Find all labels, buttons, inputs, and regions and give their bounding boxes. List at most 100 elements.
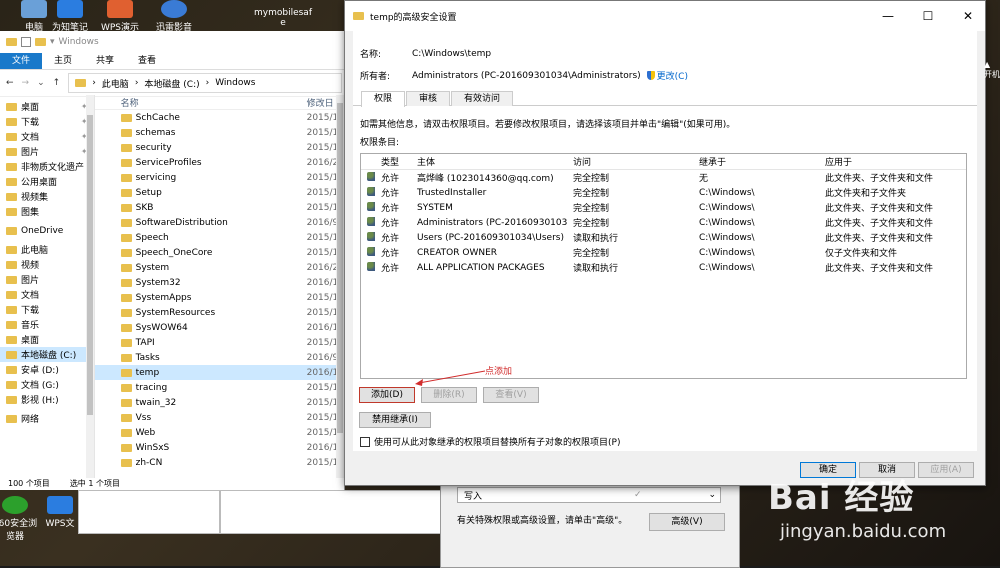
nav-item[interactable]: 桌面 ✦ [0,99,94,114]
nav-item[interactable]: 图片 [0,272,94,287]
folder-icon [6,132,17,141]
folder-icon [6,38,17,46]
nav-item[interactable]: 音乐 [0,317,94,332]
file-row[interactable]: SystemApps 2015/10 [95,290,344,305]
checkbox-icon[interactable] [21,37,31,47]
nav-item[interactable]: 本地磁盘 (C:) [0,347,94,362]
permission-inherited: C:\Windows\ [699,262,755,273]
ribbon-tab-file[interactable]: 文件 [0,53,43,69]
nav-scrollbar[interactable] [85,95,94,478]
tab-auditing[interactable]: 审核 [406,91,451,106]
nav-item[interactable]: 下载 [0,302,94,317]
change-owner-link[interactable]: 更改(C) [657,69,688,82]
file-row[interactable]: SchCache 2015/10 [95,110,344,125]
nav-item[interactable]: 此电脑 [0,242,94,257]
permission-row[interactable]: 允许 SYSTEM 完全控制 C:\Windows\ 此文件夹、子文件夹和文件 [361,200,966,215]
file-row[interactable]: temp 2016/10 [94,365,344,380]
permission-list-item[interactable]: 写入 ✓ ⌄ [457,487,721,503]
column-principal[interactable]: 主体 [411,155,567,168]
column-header-date[interactable]: 修改日 [307,96,334,109]
permission-row[interactable]: 允许 高烨峰 (1023014360@qq.com) 完全控制 无 此文件夹、子文件夹和… [361,170,966,185]
nav-item[interactable]: 非物质文化遗产 [0,159,94,174]
nav-item[interactable]: 文档 [0,287,94,302]
advanced-button[interactable]: 高级(V) [649,513,725,531]
file-row[interactable]: twain_32 2015/10 [95,395,344,410]
nav-item[interactable]: 文档 (G:) [0,377,94,392]
file-row[interactable]: SoftwareDistribution 2016/9 [95,215,344,230]
nav-item[interactable]: 图片 ✦ [0,144,94,159]
file-row[interactable]: zh-CN 2015/10 [95,455,344,470]
nav-item[interactable]: 下载 ✦ [0,114,94,129]
column-header-name[interactable]: 名称 [95,96,307,109]
breadcrumb-windows[interactable]: Windows [215,78,255,88]
nav-item[interactable]: 文档 ✦ [0,129,94,144]
column-access[interactable]: 访问 [567,155,693,168]
ribbon-tab-home[interactable]: 主页 [42,53,84,69]
file-row[interactable]: TAPI 2015/10 [95,335,344,350]
file-row[interactable]: Speech 2015/10 [95,230,344,245]
file-row[interactable]: schemas 2015/10 [95,125,344,140]
nav-item[interactable]: 视频集 [0,189,94,204]
file-row[interactable]: tracing 2015/10 [95,380,344,395]
file-row[interactable]: SysWOW64 2016/10 [95,320,344,335]
nav-item[interactable]: 桌面 [0,332,94,347]
dropdown-icon[interactable]: ▾ [50,37,55,47]
file-row[interactable]: System32 2016/10 [95,275,344,290]
file-row[interactable]: Tasks 2016/9 [95,350,344,365]
maximize-icon[interactable]: ☐ [911,9,945,23]
file-row[interactable]: SystemResources 2015/10 [95,305,344,320]
desktop-icon-xunlei[interactable]: 迅雷影音 [144,0,204,33]
breadcrumb-pc[interactable]: 此电脑 [102,77,129,90]
replace-child-permissions-row[interactable]: 使用可从此对象继承的权限项目替换所有子对象的权限项目(P) [360,435,620,448]
file-row[interactable]: Web 2015/10 [95,425,344,440]
remove-button[interactable]: 删除(R) [421,387,477,403]
close-icon[interactable]: ✕ [951,9,985,23]
tab-permissions[interactable]: 权限 [361,91,406,107]
permission-row[interactable]: 允许 ALL APPLICATION PACKAGES 读取和执行 C:\Window… [361,260,966,275]
nav-item[interactable]: 公用桌面 [0,174,94,189]
desktop-icon-wps-bottom[interactable]: WPS文 [40,496,80,529]
forward-arrow-icon[interactable]: → [22,78,30,88]
permission-row[interactable]: 允许 CREATOR OWNER 完全控制 C:\Windows\ 仅子文件夹和文件 [361,245,966,260]
desktop-icon-wps[interactable]: WPS演示 [90,0,150,33]
back-arrow-icon[interactable]: ← [6,78,14,88]
nav-item[interactable]: 安卓 (D:) [0,362,94,377]
file-row[interactable]: Setup 2015/10 [95,185,344,200]
tab-effective-access[interactable]: 有效访问 [451,91,514,106]
ribbon-tab-share[interactable]: 共享 [84,53,126,69]
nav-item[interactable]: 网络 [0,411,94,426]
nav-item[interactable]: 视频 [0,257,94,272]
column-type[interactable]: 类型 [375,155,411,168]
column-applies-to[interactable]: 应用于 [819,155,966,168]
file-row[interactable]: System 2016/2 [95,260,344,275]
replace-child-permissions-checkbox[interactable] [360,436,370,447]
address-bar[interactable]: › 此电脑 › 本地磁盘 (C:) › Windows [68,73,342,93]
permission-row[interactable]: 允许 Administrators (PC-201609301034... 完全控制… [361,215,966,230]
chevron-down-icon[interactable]: ⌄ [708,490,716,500]
desktop-icon-mymobilesafe[interactable]: mymobilesafe [252,8,314,28]
file-row[interactable]: servicing 2015/10 [95,170,344,185]
file-row[interactable]: Speech_OneCore 2015/10 [95,245,344,260]
nav-item[interactable]: 影视 (H:) [0,392,94,407]
nav-item[interactable]: OneDrive [0,223,94,238]
permission-row[interactable]: 允许 Users (PC-201609301034\Users) 读取和执行 C:\W… [361,230,966,245]
view-button[interactable]: 查看(V) [483,387,539,403]
file-row[interactable]: Vss 2015/10 [95,410,344,425]
file-row[interactable]: SKB 2015/10 [95,200,344,215]
file-row[interactable]: WinSxS 2016/10 [95,440,344,455]
up-arrow-icon[interactable]: ↑ [53,78,61,88]
nav-item-label: 文档 [21,133,40,143]
minimize-icon[interactable]: — [871,9,905,23]
file-list-scrollbar[interactable] [336,95,344,478]
chevron-down-icon[interactable]: ⌄ [37,78,45,88]
breadcrumb-drive-c[interactable]: 本地磁盘 (C:) [144,77,199,90]
disable-inheritance-button[interactable]: 禁用继承(I) [359,412,431,428]
file-row[interactable]: security 2015/10 [95,140,344,155]
file-row[interactable]: ServiceProfiles 2016/2 [95,155,344,170]
nav-item[interactable]: 图集 [0,204,94,219]
desktop-icon-360browser[interactable]: 360安全浏览器 [0,496,40,542]
permission-row[interactable]: 允许 TrustedInstaller 完全控制 C:\Windows\ 此文件夹和子文… [361,185,966,200]
add-button[interactable]: 添加(D) [359,387,415,403]
ribbon-tab-view[interactable]: 查看 [126,53,168,69]
column-inherited-from[interactable]: 继承于 [693,155,819,168]
